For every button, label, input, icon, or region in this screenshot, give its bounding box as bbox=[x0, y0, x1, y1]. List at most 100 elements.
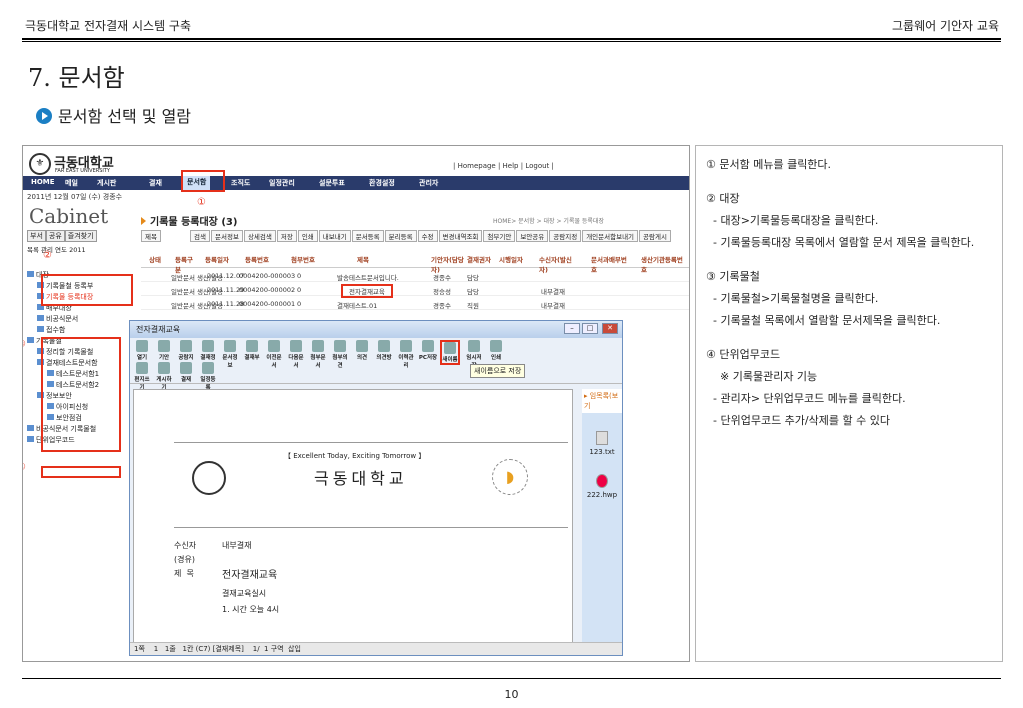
tool-post[interactable]: 게시하기 bbox=[154, 362, 174, 391]
recipient-value: 내부결재 bbox=[222, 541, 252, 550]
tool-saveas[interactable]: 새이름 bbox=[440, 340, 460, 365]
maximize-icon[interactable]: □ bbox=[582, 323, 598, 334]
note-8: ④ 단위업무코드 bbox=[706, 348, 781, 361]
saveas-tooltip: 새이름으로 저장 bbox=[470, 364, 526, 378]
tb-search[interactable]: 검색 bbox=[190, 230, 211, 242]
tool-open[interactable]: 열기 bbox=[132, 340, 152, 361]
minimize-icon[interactable]: – bbox=[564, 323, 580, 334]
tree-item[interactable]: 비공식문서 bbox=[27, 314, 131, 325]
nav-schedule[interactable]: 일정관리 bbox=[269, 178, 295, 188]
cabinet-title: Cabinet bbox=[29, 204, 109, 228]
marker-3: ③ bbox=[23, 339, 26, 350]
tool-schedule[interactable]: 일정등록 bbox=[198, 362, 218, 391]
tab-favorites[interactable]: 즐겨찾기 bbox=[64, 230, 97, 242]
tb-secshare[interactable]: 보안공유 bbox=[516, 230, 549, 242]
tab-dept[interactable]: 부서 bbox=[27, 230, 46, 242]
chat-icon bbox=[378, 340, 390, 352]
tb-history[interactable]: 변경내역조회 bbox=[438, 230, 483, 242]
top-links[interactable]: | Homepage | Help | Logout | bbox=[453, 162, 554, 170]
header-divider-thin bbox=[22, 41, 1001, 42]
nav-admin[interactable]: 관리자 bbox=[419, 178, 438, 188]
tb-save[interactable]: 저장 bbox=[276, 230, 297, 242]
attachment-tab[interactable]: ▸ 임목록(보기 bbox=[582, 389, 622, 413]
th-approver: 결재권자 bbox=[467, 256, 491, 264]
tool-commentroom[interactable]: 의견방 bbox=[374, 340, 394, 361]
tool-docinfo[interactable]: 문서정보 bbox=[220, 340, 240, 369]
nav-survey[interactable]: 설문투표 bbox=[319, 178, 345, 188]
tool-prev[interactable]: 이전문서 bbox=[264, 340, 284, 369]
tb-edit[interactable]: 수정 bbox=[417, 230, 438, 242]
footer-divider bbox=[22, 678, 1001, 679]
nav-settings[interactable]: 환경설정 bbox=[369, 178, 395, 188]
tool-attachcomment[interactable]: 첨부의견 bbox=[330, 340, 350, 369]
letterhead-univ: 극동대학교 bbox=[314, 469, 408, 488]
close-icon[interactable]: ✕ bbox=[602, 323, 618, 334]
logo-sub: FAR EAST UNIVERSITY bbox=[55, 168, 110, 174]
th-title: 제목 bbox=[357, 256, 369, 264]
tool-mail[interactable]: 편지쓰기 bbox=[132, 362, 152, 391]
th-att: 첨부번호 bbox=[291, 256, 315, 264]
table-row[interactable]: 일반문서 생산/발송 2011.11.29 0004200-000002 0 전… bbox=[141, 282, 689, 298]
tb-personal[interactable]: 개인문서함보내기 bbox=[582, 230, 639, 242]
tb-public[interactable]: 공람지정 bbox=[549, 230, 582, 242]
cell-drafter: 정승성 bbox=[433, 288, 451, 296]
tool-pcsave[interactable]: PC저장 bbox=[418, 340, 438, 361]
attachment-file[interactable]: 222.hwp bbox=[582, 474, 622, 499]
page-number: 10 bbox=[504, 688, 519, 701]
tab-shared[interactable]: 공유 bbox=[45, 230, 65, 242]
printer-icon bbox=[490, 340, 502, 352]
note-7: - 기록물철 목록에서 열람할 문서제목을 클릭한다. bbox=[706, 314, 941, 327]
nav-approval[interactable]: 결재 bbox=[149, 178, 162, 188]
record-table: 상태 등록구분 등록일자 등록번호 첨부번호 제목 기안자(담당자) 결재권자 … bbox=[141, 250, 689, 310]
tool-approvalline[interactable]: 결재부 bbox=[242, 340, 262, 361]
open-icon bbox=[136, 340, 148, 352]
tb-split[interactable]: 분리등록 bbox=[384, 230, 417, 242]
hwp-file-icon bbox=[596, 474, 608, 488]
cell-title[interactable]: 발송테스트문서입니다. bbox=[337, 272, 399, 282]
tb-advsearch[interactable]: 상세검색 bbox=[243, 230, 276, 242]
prev-icon bbox=[268, 340, 280, 352]
groupware-screenshot: ⚜ 극동대학교 FAR EAST UNIVERSITY | Homepage | H… bbox=[22, 145, 690, 662]
highlight-box-3 bbox=[41, 337, 121, 452]
tool-approve[interactable]: 결재 bbox=[176, 362, 196, 383]
tree-item[interactable]: 접수함 bbox=[27, 325, 131, 336]
breadcrumb: HOME> 문서함 > 대장 > 기록물 등록대장 bbox=[493, 218, 604, 225]
comment-icon bbox=[334, 340, 346, 352]
folder-icon bbox=[27, 337, 34, 343]
folder-icon bbox=[37, 315, 44, 321]
tool-comment[interactable]: 의견 bbox=[352, 340, 372, 361]
tool-print[interactable]: 인쇄 bbox=[486, 340, 506, 361]
tool-draft[interactable]: 기안 bbox=[154, 340, 174, 361]
via-label: (경유) bbox=[174, 555, 195, 564]
attachment-pane: ▸ 임목록(보기 123.txt 222.hwp bbox=[582, 389, 622, 644]
nav-mail[interactable]: 메일 bbox=[65, 178, 78, 188]
tool-history[interactable]: 이력관리 bbox=[396, 340, 416, 369]
subject-value: 전자결재교육 bbox=[222, 570, 278, 581]
tb-docinfo[interactable]: 문서정보 bbox=[211, 230, 243, 242]
tb-print[interactable]: 인쇄 bbox=[297, 230, 318, 242]
nav-home[interactable]: HOME bbox=[31, 178, 55, 186]
tb-register[interactable]: 문서등록 bbox=[351, 230, 384, 242]
note-4: - 기록물등록대장 목록에서 열람할 문서 제목을 클릭한다. bbox=[706, 236, 975, 249]
tb-export[interactable]: 내보내기 bbox=[318, 230, 351, 242]
left-filter[interactable]: 목록 관리 연도 2011 bbox=[27, 244, 97, 254]
search-select[interactable]: 제목 bbox=[141, 230, 161, 242]
tool-next[interactable]: 다음문서 bbox=[286, 340, 306, 369]
header-divider bbox=[22, 38, 1001, 40]
univ-logo: ⚜ 극동대학교 FAR EAST UNIVERSITY bbox=[29, 152, 114, 175]
table-row[interactable]: 일반문서 생산/발송 2011.11.28 0004200-000001 0 결… bbox=[141, 296, 689, 310]
nav-org[interactable]: 조직도 bbox=[231, 178, 250, 188]
tool-attachdoc[interactable]: 첨부문서 bbox=[308, 340, 328, 369]
nav-board[interactable]: 게시판 bbox=[97, 178, 116, 188]
note-3: - 대장>기록물등록대장을 클릭한다. bbox=[706, 214, 879, 227]
table-row[interactable]: 일반문서 생산/발송 2011.12.07 0004200-000003 0 발… bbox=[141, 268, 689, 282]
tb-post[interactable]: 공람게시 bbox=[639, 230, 671, 242]
cell-title[interactable]: 결재테스트.01 bbox=[337, 300, 377, 310]
highlight-box-2 bbox=[41, 274, 133, 306]
highlight-box-1 bbox=[181, 170, 225, 192]
cell-att: 0 bbox=[297, 300, 302, 308]
attachment-file[interactable]: 123.txt bbox=[582, 431, 622, 456]
tb-attach[interactable]: 첨부기안 bbox=[483, 230, 516, 242]
history-icon bbox=[400, 340, 412, 352]
highlight-box-4 bbox=[41, 466, 121, 478]
